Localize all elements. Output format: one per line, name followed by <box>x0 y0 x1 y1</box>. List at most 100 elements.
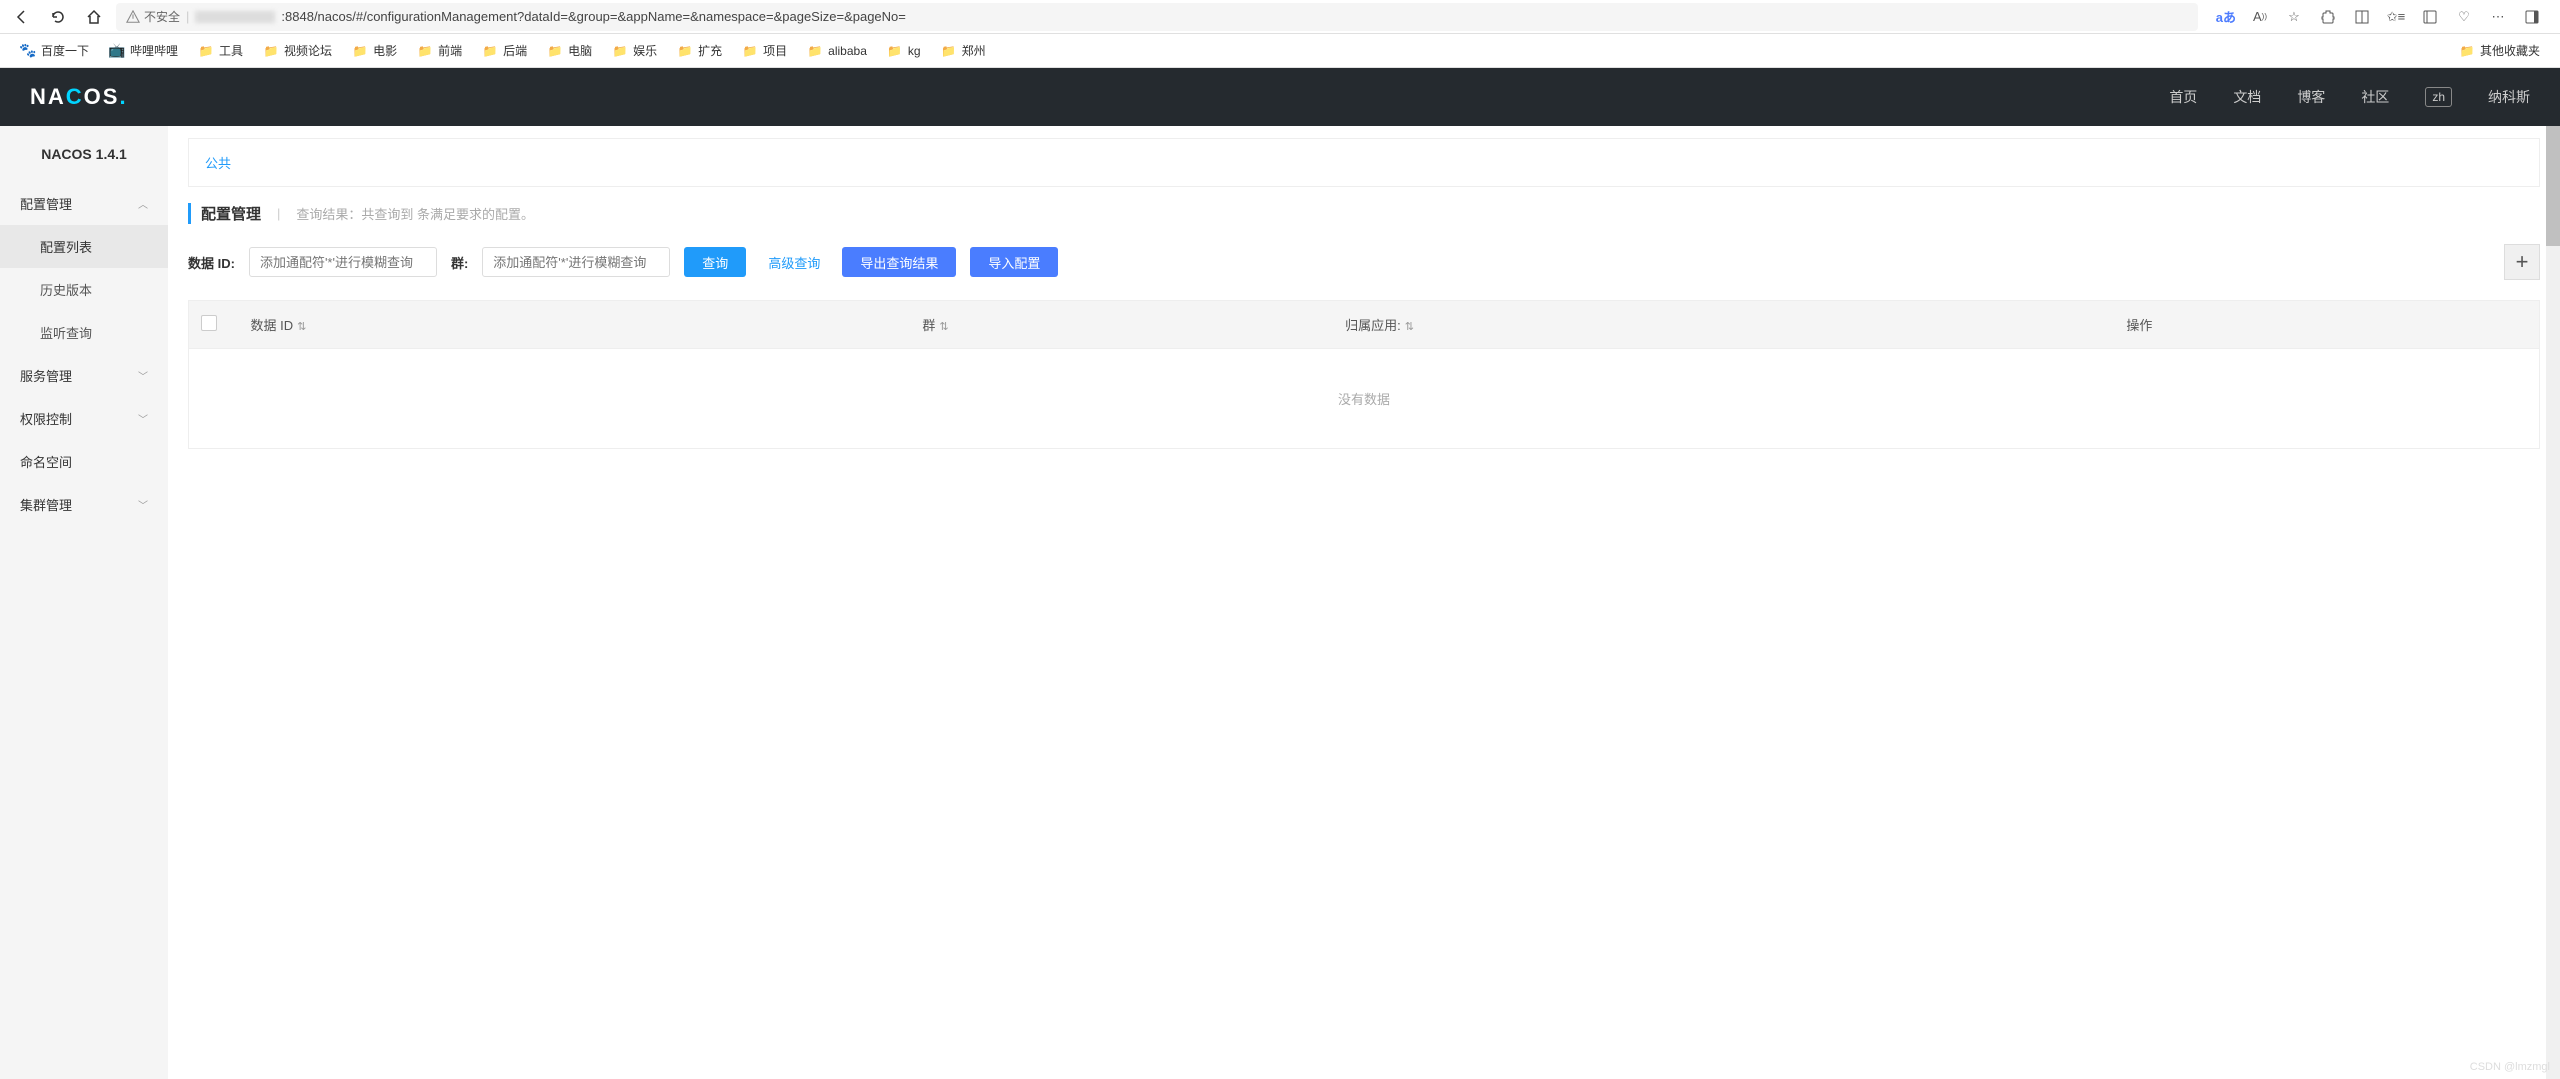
query-result: 查询结果：共查询到 条满足要求的配置。 <box>296 204 534 223</box>
checkbox-header[interactable] <box>189 301 239 349</box>
bookmark-project[interactable]: 📁项目 <box>738 39 791 62</box>
folder-icon: 📁 <box>547 43 563 59</box>
bookmark-alibaba[interactable]: 📁alibaba <box>803 40 871 62</box>
folder-icon: 📁 <box>263 43 279 59</box>
sidebar-title: NACOS 1.4.1 <box>0 126 168 182</box>
baidu-icon: 🐾 <box>20 43 36 59</box>
sidebar-config[interactable]: 配置管理 ︿ <box>0 182 168 225</box>
folder-icon: 📁 <box>742 43 758 59</box>
folder-icon: 📁 <box>807 43 823 59</box>
url-text: :8848/nacos/#/configurationManagement?da… <box>281 9 905 24</box>
sidebar-listen[interactable]: 监听查询 <box>0 311 168 354</box>
export-button[interactable]: 导出查询结果 <box>842 247 956 277</box>
bookmark-tools[interactable]: 📁工具 <box>194 39 247 62</box>
address-bar[interactable]: 不安全 | :8848/nacos/#/configurationManagem… <box>116 3 2198 31</box>
refresh-button[interactable] <box>44 3 72 31</box>
nacos-header: NACOS. 首页 文档 博客 社区 zh 纳科斯 <box>0 68 2560 126</box>
namespace-tab-public[interactable]: 公共 <box>205 156 231 171</box>
browser-toolbar: 不安全 | :8848/nacos/#/configurationManagem… <box>0 0 2560 34</box>
bookmark-movie[interactable]: 📁电影 <box>348 39 401 62</box>
favorite-icon[interactable]: ☆ <box>2284 7 2304 27</box>
translate-icon[interactable]: aあ <box>2216 7 2236 26</box>
sidebar-history[interactable]: 历史版本 <box>0 268 168 311</box>
insecure-label: 不安全 <box>144 8 180 25</box>
sidebar-config-list[interactable]: 配置列表 <box>0 225 168 268</box>
back-button[interactable] <box>8 3 36 31</box>
search-row: 数据 ID: 群: 查询 高级查询 导出查询结果 导入配置 + <box>188 244 2540 280</box>
bookmarks-bar: 🐾百度一下 📺哔哩哔哩 📁工具 📁视频论坛 📁电影 📁前端 📁后端 📁电脑 📁娱… <box>0 34 2560 68</box>
toolbar-right: aあ A)) ☆ ✩≡ ♡ ⋯ <box>2206 7 2552 27</box>
folder-icon: 📁 <box>352 43 368 59</box>
chevron-down-icon: ﹀ <box>138 368 148 383</box>
bookmark-baidu[interactable]: 🐾百度一下 <box>16 39 93 62</box>
plus-icon: + <box>2516 249 2529 275</box>
scrollbar[interactable] <box>2546 126 2560 1079</box>
sidebar-permission[interactable]: 权限控制 ﹀ <box>0 397 168 440</box>
bookmark-video[interactable]: 📁视频论坛 <box>259 39 336 62</box>
user-name[interactable]: 纳科斯 <box>2488 87 2530 107</box>
bookmark-zhengzhou[interactable]: 📁郑州 <box>937 39 990 62</box>
nacos-logo[interactable]: NACOS. <box>30 84 128 110</box>
folder-icon: 📁 <box>677 43 693 59</box>
group-label: 群: <box>451 253 468 272</box>
nacos-nav: 首页 文档 博客 社区 zh 纳科斯 <box>2169 87 2530 107</box>
empty-message: 没有数据 <box>189 349 2540 449</box>
folder-icon: 📁 <box>417 43 433 59</box>
sort-icon: ⇅ <box>297 321 306 333</box>
bookmark-bilibili[interactable]: 📺哔哩哔哩 <box>105 39 182 62</box>
sidebar-namespace[interactable]: 命名空间 <box>0 440 168 483</box>
empty-row: 没有数据 <box>189 349 2540 449</box>
group-input[interactable] <box>482 247 670 277</box>
advanced-query-button[interactable]: 高级查询 <box>760 247 828 277</box>
dataId-input[interactable] <box>249 247 437 277</box>
sidebar-service[interactable]: 服务管理 ﹀ <box>0 354 168 397</box>
extension-icon[interactable] <box>2318 7 2338 27</box>
folder-icon: 📁 <box>2459 43 2475 59</box>
favorites-list-icon[interactable]: ✩≡ <box>2386 7 2406 27</box>
config-table: 数据 ID⇅ 群⇅ 归属应用:⇅ 操作 没有数据 <box>188 300 2540 449</box>
insecure-badge: 不安全 <box>126 8 180 25</box>
lang-switch[interactable]: zh <box>2425 87 2452 107</box>
split-icon[interactable] <box>2352 7 2372 27</box>
folder-icon: 📁 <box>941 43 957 59</box>
bookmark-backend[interactable]: 📁后端 <box>478 39 531 62</box>
folder-icon: 📁 <box>482 43 498 59</box>
more-icon[interactable]: ⋯ <box>2488 7 2508 27</box>
bookmark-frontend[interactable]: 📁前端 <box>413 39 466 62</box>
bookmark-computer[interactable]: 📁电脑 <box>543 39 596 62</box>
scroll-thumb[interactable] <box>2546 126 2560 246</box>
collections-icon[interactable] <box>2420 7 2440 27</box>
nav-docs[interactable]: 文档 <box>2233 87 2261 107</box>
col-action: 操作 <box>2114 301 2539 349</box>
sort-icon: ⇅ <box>1405 321 1414 333</box>
bookmark-entertainment[interactable]: 📁娱乐 <box>608 39 661 62</box>
dataId-label: 数据 ID: <box>188 253 235 272</box>
nav-home[interactable]: 首页 <box>2169 87 2197 107</box>
import-button[interactable]: 导入配置 <box>970 247 1058 277</box>
sidebar-toggle-icon[interactable] <box>2522 7 2542 27</box>
col-group[interactable]: 群⇅ <box>910 301 1333 349</box>
add-button[interactable]: + <box>2504 244 2540 280</box>
page-header: 配置管理 | 查询结果：共查询到 条满足要求的配置。 <box>188 203 2540 224</box>
chevron-down-icon: ﹀ <box>138 497 148 512</box>
nav-community[interactable]: 社区 <box>2361 87 2389 107</box>
home-button[interactable] <box>80 3 108 31</box>
folder-icon: 📁 <box>887 43 903 59</box>
chevron-up-icon: ︿ <box>138 196 148 211</box>
folder-icon: 📁 <box>198 43 214 59</box>
chevron-down-icon: ﹀ <box>138 411 148 426</box>
sort-icon: ⇅ <box>939 321 948 333</box>
bookmark-extension[interactable]: 📁扩充 <box>673 39 726 62</box>
sidebar-cluster[interactable]: 集群管理 ﹀ <box>0 483 168 526</box>
folder-icon: 📁 <box>612 43 628 59</box>
checkbox-icon[interactable] <box>201 315 217 331</box>
query-button[interactable]: 查询 <box>684 247 746 277</box>
performance-icon[interactable]: ♡ <box>2454 7 2474 27</box>
watermark: CSDN @lmzmgl <box>2470 1061 2550 1073</box>
col-app[interactable]: 归属应用:⇅ <box>1333 301 2114 349</box>
bookmark-other[interactable]: 📁其他收藏夹 <box>2455 39 2544 62</box>
read-aloud-icon[interactable]: A)) <box>2250 7 2270 27</box>
nav-blog[interactable]: 博客 <box>2297 87 2325 107</box>
bookmark-kg[interactable]: 📁kg <box>883 40 925 62</box>
col-dataId[interactable]: 数据 ID⇅ <box>239 301 911 349</box>
